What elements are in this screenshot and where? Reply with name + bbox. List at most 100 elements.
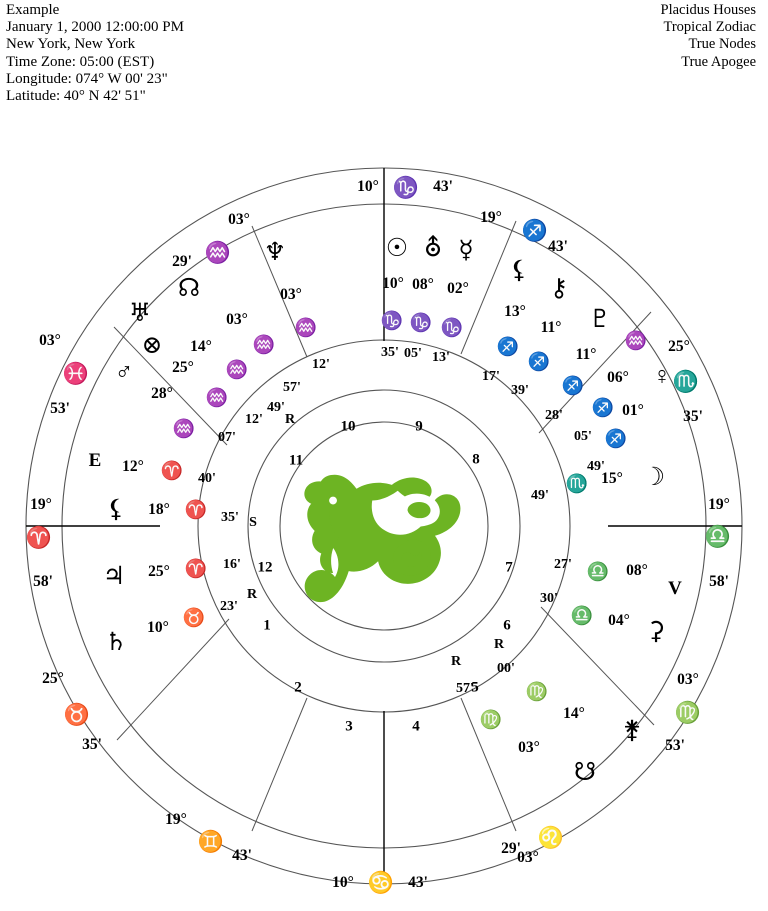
- venus-sign: ♐: [604, 428, 628, 449]
- lilith-apogee-icon: ⚸: [509, 257, 529, 284]
- neptune-minute: 12': [312, 357, 330, 372]
- chart-longitude: Longitude: 074° W 00' 23": [6, 70, 168, 87]
- aries-icon: ♈: [25, 525, 53, 550]
- house-3-cusp-degree: 19°: [165, 811, 187, 828]
- east-point-minute: 40': [198, 471, 216, 486]
- uranus-10th-minute: 05': [404, 346, 422, 361]
- east-point-sign: ♈: [160, 460, 184, 481]
- virgo-icon: ♍: [674, 700, 702, 725]
- south-node-minute: 57': [456, 681, 474, 696]
- libra-icon: ♎: [704, 524, 732, 549]
- taurus-icon: ♉: [63, 702, 91, 727]
- house-number-8: 8: [472, 451, 480, 468]
- chart-header-right: Placidus Houses Tropical Zodiac True Nod…: [661, 2, 756, 71]
- south-node-sign: ♍: [479, 709, 503, 730]
- mars-degree: 25°: [172, 359, 194, 376]
- neptune-degree: 03°: [280, 286, 302, 303]
- ic-cusp-minute: 43': [408, 874, 428, 891]
- house-12-cusp-minute: 53': [50, 400, 70, 417]
- house-3-cusp-minute: 43': [232, 847, 252, 864]
- lilith-sign: ♐: [496, 336, 520, 357]
- house-8-cusp-minute: 35': [683, 408, 703, 425]
- ceres-minute: 30': [540, 591, 558, 606]
- apogee-station: S: [249, 515, 257, 530]
- east-point-degree: 12°: [122, 458, 144, 475]
- ceres-sign: ♎: [570, 605, 594, 626]
- house-5-cusp-minute: 29': [501, 840, 521, 857]
- house-number-2: 2: [294, 679, 302, 696]
- scorpio-icon: ♏: [672, 369, 700, 394]
- capricorn-sea-goat-emblem: [304, 474, 461, 603]
- node-type: True Nodes: [688, 36, 756, 53]
- house-number-12: 12: [257, 559, 273, 576]
- house-2-cusp-degree: 25°: [42, 670, 64, 687]
- house-12-cusp-degree: 03°: [39, 332, 61, 349]
- part-of-fortune-degree: 28°: [151, 385, 173, 402]
- ascendant-marker: E: [88, 450, 102, 471]
- house-system: Placidus Houses: [660, 2, 756, 18]
- venus-icon: ♀: [652, 363, 672, 390]
- part-of-fortune-minute: 07': [218, 430, 236, 445]
- south-node-icon: ☋: [573, 759, 597, 786]
- descendant-minute: 58': [709, 573, 729, 590]
- mercury-degree: 02°: [447, 280, 469, 297]
- neptune-retrograde: R: [284, 412, 296, 427]
- uranus-minute: 49': [267, 400, 285, 415]
- house-number-4: 4: [412, 718, 420, 735]
- ascendant-degree: 19°: [30, 496, 52, 513]
- ic-cusp-degree: 10°: [332, 874, 354, 891]
- chart-header-left: Example January 1, 2000 12:00:00 PM New …: [6, 2, 184, 105]
- south-node-degree: 03°: [518, 739, 540, 756]
- house-number-1: 1: [263, 617, 271, 634]
- lilith-degree: 13°: [504, 303, 526, 320]
- house-11-cusp-degree: 03°: [228, 211, 250, 228]
- part-of-fortune-sign: ♒: [172, 418, 196, 439]
- part-of-fortune-icon: ⊗: [141, 332, 163, 359]
- house-number-6: 6: [503, 617, 511, 634]
- chart-title: Example: [6, 2, 60, 18]
- chiron-minute: 39': [511, 383, 529, 398]
- capricorn-icon: ♑: [392, 175, 420, 200]
- apogee-minute: 35': [221, 510, 239, 525]
- house-number-3: 3: [345, 718, 353, 735]
- pisces-icon: ♓: [62, 361, 90, 386]
- vertex-sign: ♎: [586, 561, 610, 582]
- vertex-degree: 08°: [626, 562, 648, 579]
- uranus-degree: 14°: [190, 338, 212, 355]
- moon-icon: ☽: [642, 464, 666, 491]
- mars-minute: 12': [245, 412, 263, 427]
- mc-cusp-degree: 10°: [357, 178, 379, 195]
- house-number-11: 11: [288, 452, 304, 469]
- south-node-retro: R: [450, 654, 462, 669]
- zodiac-type: Tropical Zodiac: [663, 19, 757, 36]
- house-number-10: 10: [340, 418, 356, 435]
- neptune-9th-sign: ♐: [591, 397, 615, 418]
- chiron-degree: 11°: [540, 319, 562, 336]
- cancer-icon: ♋: [367, 870, 395, 895]
- mercury-minute: 13': [432, 350, 450, 365]
- apogee-type: True Apogee: [681, 53, 756, 70]
- jupiter-degree: 25°: [148, 563, 170, 580]
- house-6-cusp-minute: 53': [665, 737, 685, 754]
- jupiter-icon: ♃: [102, 563, 126, 590]
- north-node-sign: ♒: [252, 334, 276, 355]
- north-node-minute: 57': [283, 380, 301, 395]
- neptune-9th-minute: 05': [574, 429, 592, 444]
- uranus-sign: ♒: [225, 359, 249, 380]
- mars-sign: ♒: [205, 387, 229, 408]
- chart-datetime: January 1, 2000 12:00:00 PM: [6, 19, 184, 36]
- sun-sign-icon: ♑: [380, 310, 404, 331]
- apogee-degree: 18°: [148, 501, 170, 518]
- saturn-minute: 23': [220, 599, 238, 614]
- house-11-cusp-minute: 29': [172, 253, 192, 270]
- house-9-cusp-degree: 19°: [480, 209, 502, 226]
- house-9-cusp-minute: 43': [548, 238, 568, 255]
- gemini-icon: ♊: [197, 829, 225, 854]
- north-node-degree: 03°: [226, 311, 248, 328]
- chiron-icon: ⚷: [549, 275, 569, 302]
- saturn-retrograde: R: [246, 587, 258, 602]
- juno-minute: 00': [497, 661, 515, 676]
- north-node-icon: ☊: [177, 275, 201, 302]
- astrology-chart-wheel: 10° ♑ 43' 03° ♒ 29' 03° ♓ 53' 19° ♈ 58' …: [24, 155, 744, 897]
- neptune-9th-degree: 06°: [607, 369, 629, 386]
